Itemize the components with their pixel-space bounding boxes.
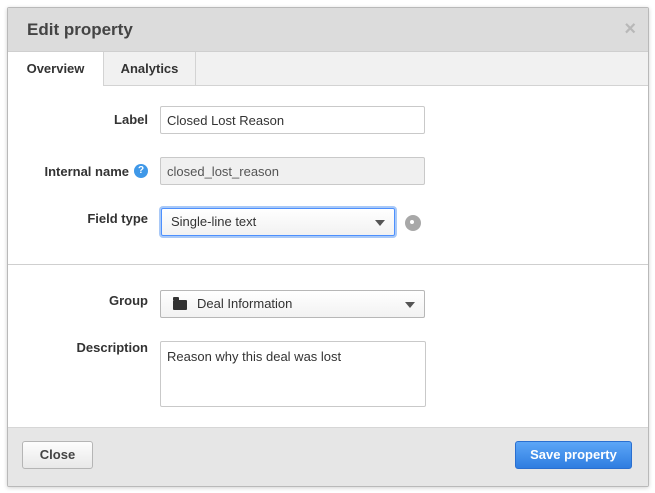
save-property-button[interactable]: Save property: [515, 441, 632, 469]
help-icon[interactable]: ?: [134, 164, 148, 178]
field-type-select[interactable]: Single-line text: [161, 208, 395, 236]
dialog-footer: Close Save property: [8, 427, 648, 486]
folder-icon: [173, 297, 187, 310]
description-label: Description: [76, 340, 148, 355]
edit-property-dialog: Edit property × Overview Analytics Label…: [7, 7, 649, 487]
label-input[interactable]: [160, 106, 425, 134]
internal-name-label: Internal name: [44, 164, 129, 179]
internal-name-field[interactable]: [160, 157, 425, 185]
tab-analytics[interactable]: Analytics: [104, 52, 196, 85]
tab-bar: Overview Analytics: [8, 52, 648, 86]
settings-icon[interactable]: [405, 215, 421, 231]
field-type-value: Single-line text: [171, 214, 257, 229]
chevron-down-icon: [405, 302, 415, 308]
close-button[interactable]: Close: [22, 441, 93, 469]
close-icon[interactable]: ×: [624, 18, 636, 41]
group-value: Deal Information: [197, 296, 293, 311]
tab-overview[interactable]: Overview: [8, 52, 104, 86]
description-textarea[interactable]: Reason why this deal was lost: [160, 341, 426, 407]
group-select[interactable]: Deal Information: [160, 290, 425, 318]
chevron-down-icon: [375, 220, 385, 226]
label-field-label: Label: [114, 112, 148, 127]
dialog-header: Edit property ×: [8, 8, 648, 52]
dialog-title: Edit property: [27, 20, 133, 39]
field-type-label: Field type: [87, 211, 148, 226]
group-label: Group: [109, 293, 148, 308]
section-divider: [8, 264, 648, 265]
